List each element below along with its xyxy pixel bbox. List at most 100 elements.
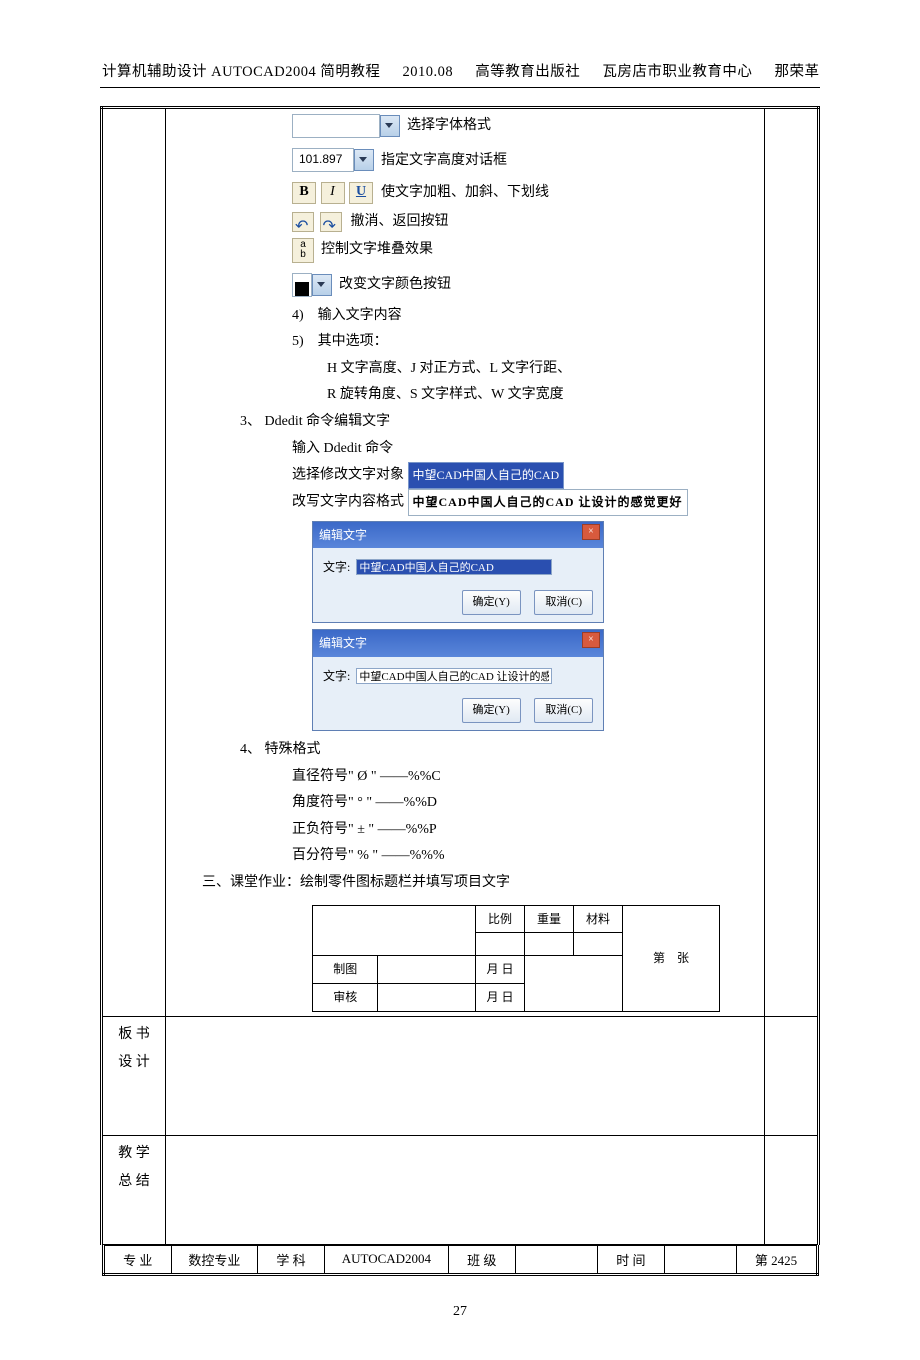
height-select[interactable]: 101.897: [292, 148, 354, 172]
color-text: 改变文字颜色按钮: [339, 277, 451, 292]
right-margin: [765, 1135, 819, 1244]
text-input[interactable]: [356, 559, 552, 575]
page-header: 计算机辅助设计 AUTOCAD2004 简明教程 2010.08 高等教育出版社…: [100, 60, 820, 88]
ddedit-change-row: 改写文字内容格式 中望CAD中国人自己的CAD 让设计的感觉更好: [172, 489, 758, 516]
info-row: 专 业 数控专业 学 科 AUTOCAD2004 班 级 时 间 第 2425: [102, 1245, 819, 1276]
ddedit-select-row: 选择修改文字对象 中望CAD中国人自己的CAD: [172, 462, 758, 489]
font-style-text: 选择字体格式: [407, 118, 491, 133]
header-text-5: 那荣革: [775, 64, 820, 80]
tb-date-1: 月 日: [476, 956, 525, 984]
opt-2: R 旋转角度、S 文字样式、W 文字宽度: [172, 382, 758, 409]
teaching-summary-label: 教 学总 结: [102, 1135, 166, 1244]
right-margin: [765, 108, 819, 1017]
info-subject-label: 学 科: [257, 1245, 324, 1274]
board-design-label: 板 书设 计: [102, 1016, 166, 1135]
dropdown-icon[interactable]: [380, 115, 400, 137]
close-icon[interactable]: ×: [582, 524, 600, 540]
biu-row: B I U 使文字加粗、加斜、下划线: [172, 180, 758, 207]
undo-text: 撤消、返回按钮: [351, 214, 449, 229]
color-button[interactable]: [292, 273, 312, 297]
dialog-titlebar[interactable]: 编辑文字 ×: [313, 630, 603, 657]
info-class-label: 班 级: [448, 1245, 515, 1274]
ok-button[interactable]: 确定(Y): [462, 698, 521, 723]
info-subject-value: AUTOCAD2004: [325, 1245, 448, 1274]
edit-text-dialog-1: 编辑文字 × 文字: 确定(Y) 取消(C): [312, 521, 604, 623]
edit-text-dialog-2: 编辑文字 × 文字: 确定(Y) 取消(C): [312, 629, 604, 731]
item-4: 4) 输入文字内容: [172, 303, 758, 330]
selected-text-highlight: 中望CAD中国人自己的CAD: [408, 462, 565, 489]
info-time-label: 时 间: [597, 1245, 664, 1274]
lesson-table: 选择字体格式 101.897 指定文字高度对话框 B I U 使文字加粗、加斜、…: [100, 106, 820, 1276]
header-text-1: 计算机辅助设计 AUTOCAD2004 简明教程: [102, 64, 380, 80]
dialog-body: 文字:: [313, 657, 603, 694]
header-text-2: 2010.08: [403, 64, 454, 80]
height-row: 101.897 指定文字高度对话框: [172, 148, 758, 175]
tb-zhitu: 制图: [313, 956, 378, 984]
changed-text-box: 中望CAD中国人自己的CAD 让设计的感觉更好: [408, 489, 688, 516]
height-text: 指定文字高度对话框: [381, 153, 507, 168]
classwork: 三、课堂作业：绘制零件图标题栏并填写项目文字: [172, 870, 758, 897]
cancel-button[interactable]: 取消(C): [534, 590, 593, 615]
font-style-row: 选择字体格式: [172, 113, 758, 140]
dialog-buttons: 确定(Y) 取消(C): [313, 585, 603, 622]
dialog-titlebar[interactable]: 编辑文字 ×: [313, 522, 603, 549]
dialog-body: 文字:: [313, 548, 603, 585]
text-label: 文字:: [323, 669, 350, 683]
header-text-3: 高等教育出版社: [475, 64, 580, 80]
tb-cailiao: 材料: [574, 905, 623, 933]
right-margin: [765, 1016, 819, 1135]
tb-zhongliang: 重量: [525, 905, 574, 933]
redo-icon[interactable]: [320, 212, 342, 232]
dropdown-icon[interactable]: [312, 274, 332, 296]
ddedit-input: 输入 Ddedit 命令: [172, 436, 758, 463]
tb-zhang: 张: [677, 951, 689, 965]
tb-di: 第: [653, 951, 665, 965]
info-time-value: [665, 1245, 737, 1274]
text-label: 文字:: [323, 560, 350, 574]
sp-2: 角度符号" ° " ——%%D: [172, 790, 758, 817]
ddedit-change-text: 改写文字内容格式: [292, 495, 404, 510]
info-major-value: 数控专业: [171, 1245, 257, 1274]
tb-shenhe: 审核: [313, 984, 378, 1012]
section-3: 3、 Ddedit 命令编辑文字: [172, 409, 758, 436]
main-content: 选择字体格式 101.897 指定文字高度对话框 B I U 使文字加粗、加斜、…: [166, 108, 765, 1017]
info-major-label: 专 业: [103, 1245, 171, 1274]
page-number: 27: [100, 1304, 820, 1320]
opt-1: H 文字高度、J 对正方式、L 文字行距、: [172, 356, 758, 383]
board-design-content: [166, 1016, 765, 1135]
stack-text: 控制文字堆叠效果: [321, 242, 433, 257]
header-text-4: 瓦房店市职业教育中心: [602, 64, 752, 80]
undo-icon[interactable]: [292, 212, 314, 232]
close-icon[interactable]: ×: [582, 632, 600, 648]
left-label-empty: [102, 108, 166, 1017]
ok-button[interactable]: 确定(Y): [462, 590, 521, 615]
dialog-title: 编辑文字: [319, 528, 367, 542]
sp-1: 直径符号" Ø " ——%%C: [172, 764, 758, 791]
tb-bili: 比例: [476, 905, 525, 933]
info-page-value: 第 2425: [736, 1245, 817, 1274]
section-4: 4、 特殊格式: [172, 737, 758, 764]
italic-icon[interactable]: I: [321, 182, 345, 204]
bold-icon[interactable]: B: [292, 182, 316, 204]
dialog-buttons: 确定(Y) 取消(C): [313, 693, 603, 730]
underline-icon[interactable]: U: [349, 182, 373, 204]
item-5: 5) 其中选项：: [172, 329, 758, 356]
teaching-summary-content: [166, 1135, 765, 1244]
tb-date-2: 月 日: [476, 984, 525, 1012]
biu-text: 使文字加粗、加斜、下划线: [381, 185, 549, 200]
dropdown-icon[interactable]: [354, 149, 374, 171]
color-swatch: [295, 282, 309, 296]
info-class-value: [515, 1245, 597, 1274]
title-block-table: 比例 重量 材料 第 张 制图: [312, 905, 720, 1012]
undo-row: 撤消、返回按钮: [172, 209, 758, 236]
font-style-select[interactable]: [292, 114, 380, 138]
sp-3: 正负符号" ± " ——%%P: [172, 817, 758, 844]
cancel-button[interactable]: 取消(C): [534, 698, 593, 723]
page: 计算机辅助设计 AUTOCAD2004 简明教程 2010.08 高等教育出版社…: [0, 0, 920, 1360]
color-row: 改变文字颜色按钮: [172, 272, 758, 299]
sp-4: 百分符号" % " ——%%%: [172, 843, 758, 870]
text-input[interactable]: [356, 668, 552, 684]
ddedit-select-text: 选择修改文字对象: [292, 468, 404, 483]
dialog-title: 编辑文字: [319, 636, 367, 650]
stack-row: ab 控制文字堆叠效果: [172, 237, 758, 264]
